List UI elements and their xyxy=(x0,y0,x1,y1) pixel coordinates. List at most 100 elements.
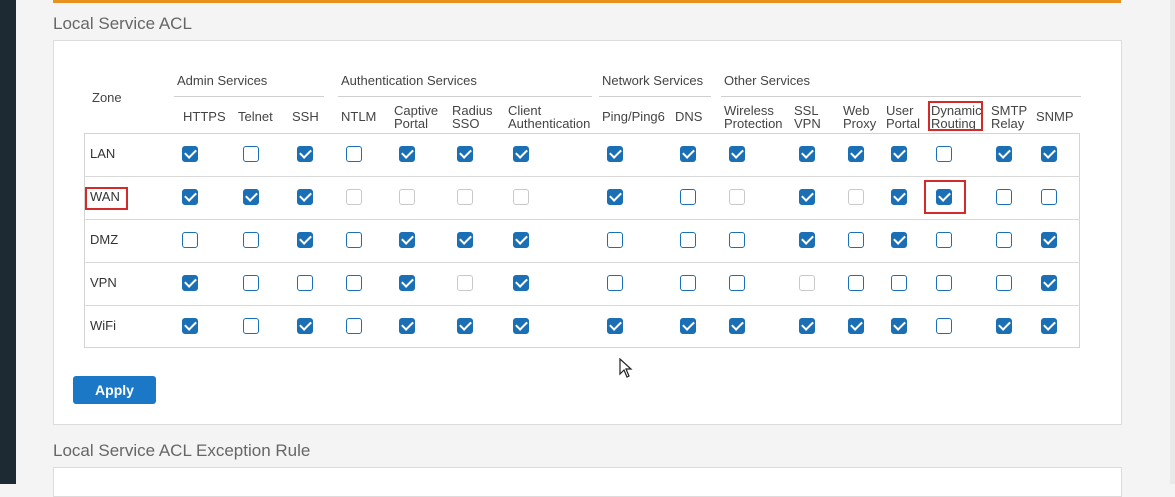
acl-checkbox[interactable] xyxy=(799,318,815,334)
acl-checkbox[interactable] xyxy=(936,318,952,334)
acl-checkbox[interactable] xyxy=(182,232,198,248)
acl-checkbox xyxy=(799,275,815,291)
acl-checkbox[interactable] xyxy=(799,232,815,248)
acl-checkbox[interactable] xyxy=(297,232,313,248)
acl-checkbox[interactable] xyxy=(799,146,815,162)
acl-checkbox[interactable] xyxy=(680,318,696,334)
mouse-cursor-icon xyxy=(619,358,633,378)
acl-checkbox[interactable] xyxy=(346,275,362,291)
acl-checkbox[interactable] xyxy=(891,318,907,334)
acl-checkbox[interactable] xyxy=(607,318,623,334)
column-header: DNS xyxy=(675,110,702,123)
acl-checkbox[interactable] xyxy=(936,232,952,248)
highlight-wan-label xyxy=(85,187,128,210)
zone-column-header: Zone xyxy=(92,90,122,105)
acl-checkbox[interactable] xyxy=(243,146,259,162)
acl-checkbox[interactable] xyxy=(729,232,745,248)
acl-checkbox[interactable] xyxy=(799,189,815,205)
acl-checkbox[interactable] xyxy=(996,232,1012,248)
row-divider xyxy=(84,305,1080,306)
acl-checkbox[interactable] xyxy=(848,232,864,248)
acl-checkbox[interactable] xyxy=(996,275,1012,291)
column-header-line1: SSH xyxy=(292,109,319,124)
acl-checkbox[interactable] xyxy=(848,146,864,162)
row-divider xyxy=(84,219,1080,220)
acl-checkbox[interactable] xyxy=(1041,232,1057,248)
column-header-line2: Proxy xyxy=(843,116,877,131)
highlight-wan-dynamic-routing-checkbox xyxy=(924,180,966,214)
acl-checkbox[interactable] xyxy=(297,275,313,291)
acl-checkbox[interactable] xyxy=(243,232,259,248)
acl-checkbox xyxy=(346,189,362,205)
column-header-line1: Ping/Ping6 xyxy=(602,109,665,124)
acl-checkbox[interactable] xyxy=(399,146,415,162)
acl-checkbox[interactable] xyxy=(607,189,623,205)
acl-checkbox[interactable] xyxy=(346,146,362,162)
acl-checkbox[interactable] xyxy=(936,146,952,162)
column-header-line1: DNS xyxy=(675,109,703,124)
acl-checkbox[interactable] xyxy=(513,318,529,334)
acl-checkbox[interactable] xyxy=(891,146,907,162)
acl-checkbox[interactable] xyxy=(996,318,1012,334)
acl-checkbox[interactable] xyxy=(399,318,415,334)
zone-label: VPN xyxy=(90,275,117,290)
acl-checkbox[interactable] xyxy=(243,189,259,205)
acl-checkbox[interactable] xyxy=(729,146,745,162)
acl-checkbox[interactable] xyxy=(513,275,529,291)
acl-checkbox[interactable] xyxy=(457,146,473,162)
acl-checkbox[interactable] xyxy=(607,146,623,162)
left-sidebar-edge xyxy=(0,0,16,484)
acl-checkbox[interactable] xyxy=(680,275,696,291)
acl-checkbox[interactable] xyxy=(996,189,1012,205)
acl-checkbox[interactable] xyxy=(457,232,473,248)
acl-checkbox[interactable] xyxy=(297,146,313,162)
acl-checkbox[interactable] xyxy=(891,189,907,205)
acl-checkbox[interactable] xyxy=(457,318,473,334)
column-header: Wireless Protection xyxy=(724,104,783,130)
group-network-services: Network Services xyxy=(602,73,704,88)
acl-checkbox[interactable] xyxy=(346,318,362,334)
acl-checkbox[interactable] xyxy=(936,275,952,291)
group-underline-auth xyxy=(338,96,592,97)
acl-checkbox[interactable] xyxy=(346,232,362,248)
group-admin-services: Admin Services xyxy=(177,73,268,88)
acl-checkbox[interactable] xyxy=(891,232,907,248)
group-underline-network xyxy=(599,96,711,97)
acl-checkbox[interactable] xyxy=(243,275,259,291)
column-header: Captive Portal xyxy=(394,104,438,130)
acl-checkbox[interactable] xyxy=(891,275,907,291)
acl-checkbox[interactable] xyxy=(1041,275,1057,291)
acl-checkbox xyxy=(399,189,415,205)
acl-checkbox[interactable] xyxy=(513,146,529,162)
acl-checkbox[interactable] xyxy=(513,232,529,248)
column-header-line2: Protection xyxy=(724,116,783,131)
acl-checkbox[interactable] xyxy=(182,318,198,334)
acl-checkbox[interactable] xyxy=(680,232,696,248)
acl-checkbox[interactable] xyxy=(182,146,198,162)
acl-checkbox[interactable] xyxy=(399,232,415,248)
exception-rule-panel xyxy=(53,467,1122,497)
acl-checkbox[interactable] xyxy=(182,189,198,205)
acl-checkbox[interactable] xyxy=(399,275,415,291)
apply-button[interactable]: Apply xyxy=(73,376,156,404)
zone-label: DMZ xyxy=(90,232,119,247)
acl-checkbox[interactable] xyxy=(729,275,745,291)
acl-checkbox[interactable] xyxy=(680,189,696,205)
acl-checkbox[interactable] xyxy=(996,146,1012,162)
acl-checkbox[interactable] xyxy=(1041,146,1057,162)
acl-checkbox[interactable] xyxy=(182,275,198,291)
acl-checkbox[interactable] xyxy=(848,318,864,334)
column-header: SMTP Relay xyxy=(991,104,1027,130)
acl-checkbox[interactable] xyxy=(729,318,745,334)
acl-checkbox[interactable] xyxy=(1041,189,1057,205)
acl-checkbox[interactable] xyxy=(243,318,259,334)
acl-checkbox[interactable] xyxy=(680,146,696,162)
acl-checkbox[interactable] xyxy=(607,232,623,248)
scrollbar[interactable] xyxy=(1170,0,1175,484)
acl-checkbox[interactable] xyxy=(1041,318,1057,334)
acl-checkbox[interactable] xyxy=(607,275,623,291)
acl-checkbox[interactable] xyxy=(297,189,313,205)
acl-checkbox[interactable] xyxy=(848,275,864,291)
zone-label: WiFi xyxy=(90,318,116,333)
acl-checkbox[interactable] xyxy=(297,318,313,334)
